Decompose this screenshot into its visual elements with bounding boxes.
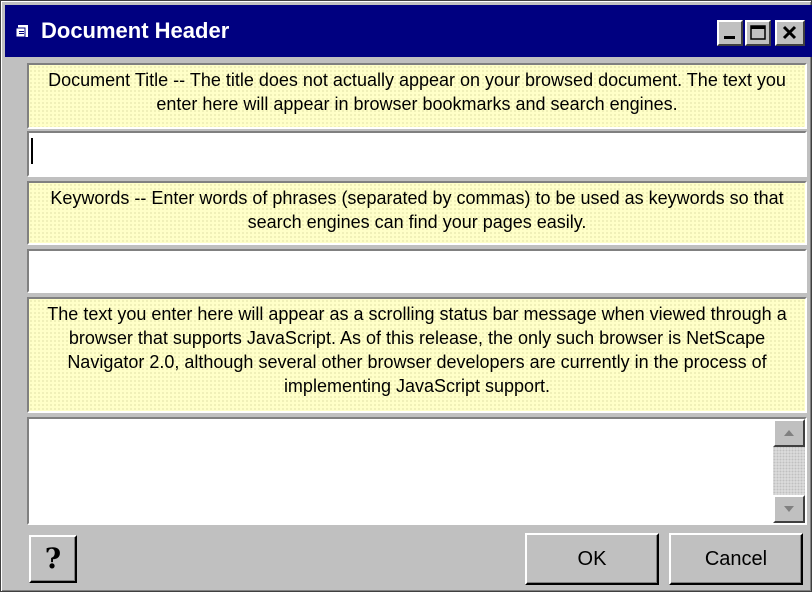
status-message-help-text: The text you enter here will appear as a… [47, 304, 787, 396]
status-message-textarea[interactable] [29, 419, 773, 523]
keywords-input[interactable] [27, 249, 807, 293]
status-message-box [27, 417, 807, 525]
cancel-button[interactable]: Cancel [669, 533, 803, 585]
maximize-icon [750, 25, 766, 40]
maximize-button[interactable] [745, 20, 771, 46]
title-bar[interactable]: Document Header [5, 5, 812, 57]
keywords-help-text: Keywords -- Enter words of phrases (sepa… [50, 188, 784, 232]
arrow-down-icon [784, 506, 794, 512]
help-question-icon: ? [44, 542, 62, 575]
text-caret [31, 138, 33, 164]
minimize-button[interactable] [717, 20, 743, 46]
scroll-up-button[interactable] [773, 419, 805, 447]
status-message-help-panel: The text you enter here will appear as a… [27, 297, 807, 413]
help-button[interactable]: ? [29, 535, 77, 583]
vertical-scrollbar[interactable] [773, 419, 805, 523]
document-header-dialog: Document Header Document Title -- The ti… [0, 0, 812, 592]
minimize-icon [724, 36, 735, 39]
keywords-help-panel: Keywords -- Enter words of phrases (sepa… [27, 181, 807, 245]
title-help-text: Document Title -- The title does not act… [48, 70, 786, 114]
arrow-up-icon [784, 430, 794, 436]
document-title-input[interactable] [27, 131, 807, 177]
scroll-down-button[interactable] [773, 495, 805, 523]
close-button[interactable] [775, 20, 805, 46]
title-help-panel: Document Title -- The title does not act… [27, 63, 807, 129]
window-title: Document Header [41, 18, 230, 43]
document-app-icon[interactable] [15, 23, 31, 39]
close-icon [782, 25, 797, 40]
ok-button[interactable]: OK [525, 533, 659, 585]
